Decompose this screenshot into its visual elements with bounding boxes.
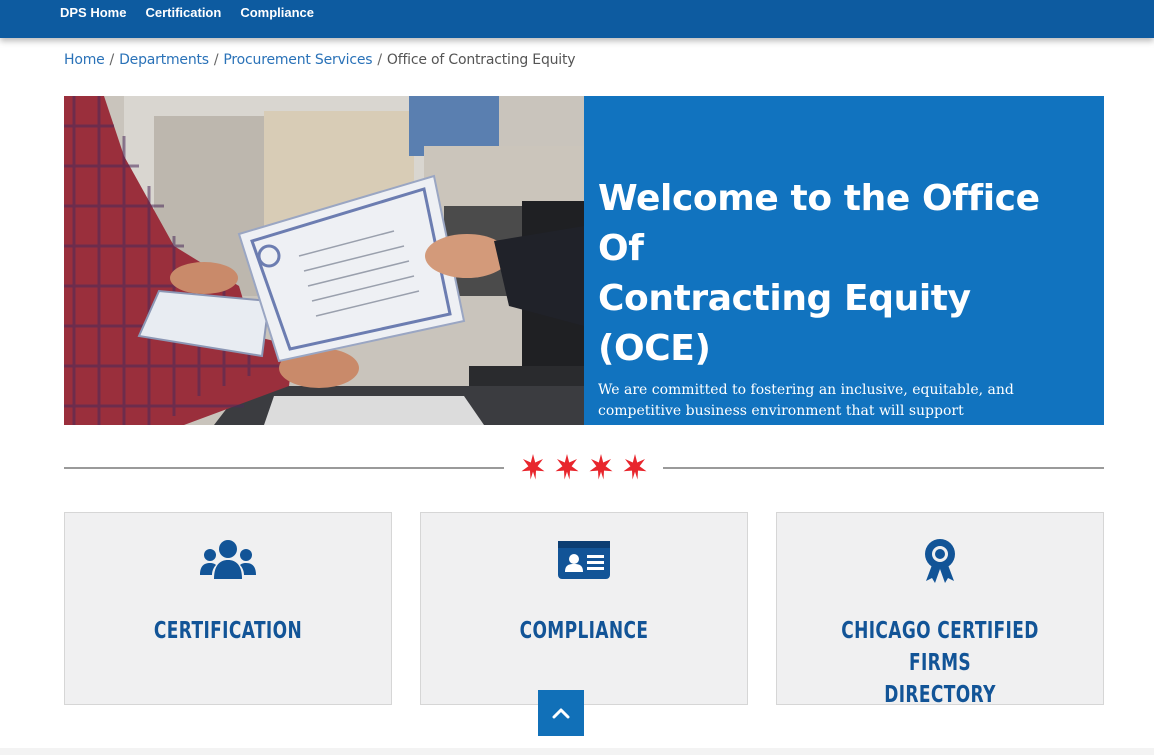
- page-bottom-strip: [0, 748, 1154, 755]
- hero-title: Welcome to the Office Of Contracting Equ…: [598, 174, 1090, 374]
- breadcrumb-separator: /: [213, 52, 219, 68]
- chicago-star-icon: [555, 454, 579, 480]
- certification-card-title: CERTIFICATION: [153, 618, 303, 644]
- certification-card[interactable]: CERTIFICATION: [64, 512, 392, 705]
- breadcrumb-current: Office of Contracting Equity: [386, 52, 576, 68]
- hero-text-panel: Welcome to the Office Of Contracting Equ…: [584, 96, 1104, 461]
- id-card-icon: [554, 537, 614, 583]
- scroll-to-top-button[interactable]: [538, 690, 584, 736]
- star-divider: [64, 452, 1104, 482]
- hero-title-line1: Welcome to the Office Of: [598, 178, 1040, 269]
- nav-compliance[interactable]: Compliance: [240, 5, 314, 20]
- divider-line-right: [663, 467, 1104, 469]
- users-group-icon: [198, 537, 258, 583]
- breadcrumb-separator: /: [109, 52, 115, 68]
- certified-firms-directory-card[interactable]: CHICAGO CERTIFIED FIRMS DIRECTORY: [776, 512, 1104, 708]
- compliance-card[interactable]: COMPLIANCE: [420, 512, 748, 705]
- breadcrumb-procurement-services[interactable]: Procurement Services: [223, 52, 372, 68]
- chicago-stars: [520, 452, 648, 482]
- hero-photo: [64, 96, 584, 425]
- card-title-line1: CHICAGO CERTIFIED FIRMS: [841, 618, 1039, 676]
- breadcrumb-separator: /: [377, 52, 382, 68]
- breadcrumb: Home / Departments / Procurement Services / Of…: [64, 52, 576, 68]
- award-ribbon-icon: [910, 537, 970, 583]
- card-title-line2: DIRECTORY: [884, 682, 996, 708]
- license-certificate-handover-photo: [64, 96, 584, 425]
- nav-certification[interactable]: Certification: [145, 5, 221, 20]
- chicago-star-icon: [589, 454, 613, 480]
- hero-banner: Welcome to the Office Of Contracting Equ…: [64, 96, 1104, 461]
- top-navigation: DPS Home Certification Compliance: [0, 0, 1154, 38]
- breadcrumb-departments[interactable]: Departments: [119, 52, 209, 68]
- hero-title-line2: Contracting Equity (OCE): [598, 278, 971, 369]
- chicago-star-icon: [623, 454, 647, 480]
- breadcrumb-home[interactable]: Home: [64, 52, 105, 68]
- nav-dps-home[interactable]: DPS Home: [60, 5, 126, 20]
- chevron-up-icon: [552, 708, 570, 719]
- chicago-star-icon: [521, 454, 545, 480]
- compliance-card-title: COMPLIANCE: [519, 618, 649, 644]
- divider-line-left: [64, 467, 504, 469]
- certified-firms-directory-card-title: CHICAGO CERTIFIED FIRMS DIRECTORY: [819, 615, 1060, 711]
